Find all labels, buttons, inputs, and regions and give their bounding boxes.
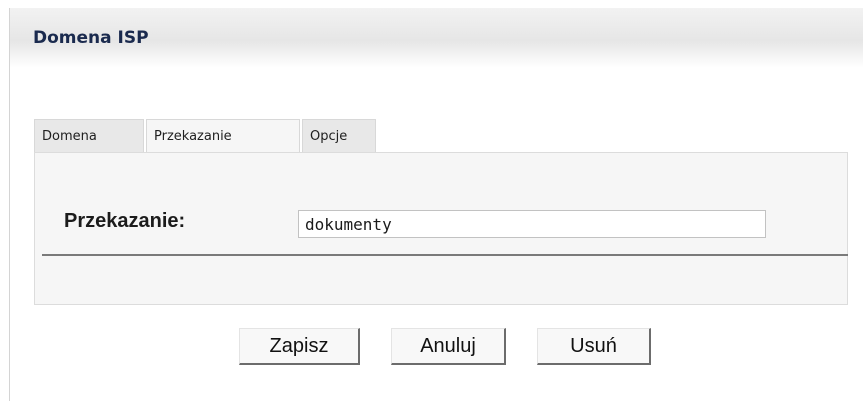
panel-title: Domena ISP (33, 28, 149, 48)
tab-przekazanie[interactable]: Przekazanie (146, 119, 300, 152)
field-separator (42, 254, 848, 256)
cancel-button[interactable]: Anuluj (391, 328, 506, 365)
delete-button[interactable]: Usuń (537, 328, 651, 365)
forwarding-input[interactable] (298, 210, 766, 238)
tab-domena[interactable]: Domena (34, 119, 144, 152)
forwarding-label: Przekazanie: (64, 210, 186, 232)
domain-panel: Domena ISP Domena Przekazanie Opcje Prze… (9, 8, 863, 401)
panel-header: Domena ISP (10, 8, 863, 68)
save-button[interactable]: Zapisz (239, 328, 360, 365)
tab-content: Przekazanie: (34, 152, 848, 305)
tab-opcje[interactable]: Opcje (302, 119, 376, 152)
